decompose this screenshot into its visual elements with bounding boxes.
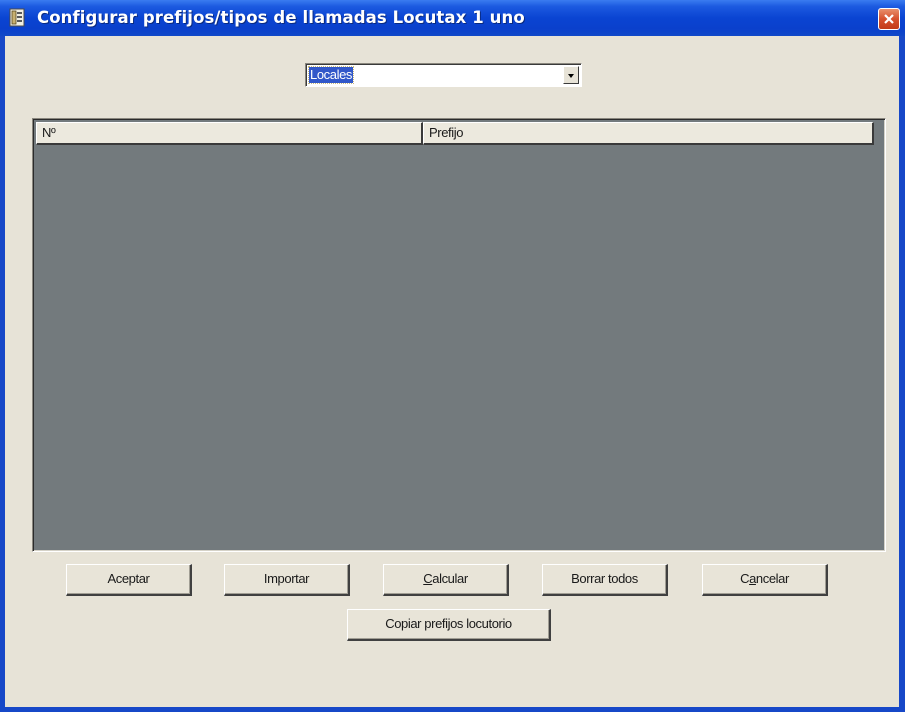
app-icon[interactable]: [8, 8, 28, 28]
close-icon: [884, 14, 894, 24]
dropdown-arrow-button[interactable]: [563, 66, 579, 84]
import-button[interactable]: Importar: [224, 564, 350, 596]
dropdown-selected-value: Locales: [307, 66, 355, 84]
chevron-down-icon: [568, 74, 574, 78]
list-header: Nº Prefijo: [36, 122, 874, 145]
cancel-button-label: Cancelar: [740, 571, 789, 586]
delete-all-button[interactable]: Borrar todos: [542, 564, 668, 596]
cancel-label-pre: C: [740, 571, 750, 586]
cancel-button[interactable]: Cancelar: [702, 564, 828, 596]
column-header-number[interactable]: Nº: [36, 122, 423, 145]
prefix-list[interactable]: Nº Prefijo: [32, 118, 886, 552]
cancel-accelerator: a: [749, 571, 756, 586]
copy-prefixes-button[interactable]: Copiar prefijos locutorio: [347, 609, 551, 641]
calculate-button[interactable]: Calcular: [383, 564, 509, 596]
calculate-button-label: Calcular: [423, 571, 468, 586]
accept-button-label: Aceptar: [107, 571, 150, 586]
delete-all-button-label: Borrar todos: [571, 571, 638, 586]
dialog-client-area: Locales Nº Prefijo Aceptar Importar Calc…: [5, 36, 899, 707]
calculate-label-rest: alcular: [432, 571, 468, 586]
call-type-dropdown[interactable]: Locales: [305, 63, 582, 87]
list-body[interactable]: [36, 146, 881, 548]
window-title: Configurar prefijos/tipos de llamadas Lo…: [37, 8, 525, 27]
import-button-label: Importar: [263, 571, 310, 586]
accept-button[interactable]: Aceptar: [66, 564, 192, 596]
calculate-accelerator: C: [423, 571, 433, 586]
dialog-window: Configurar prefijos/tipos de llamadas Lo…: [0, 0, 905, 712]
cancel-label-post: ncelar: [755, 571, 789, 586]
column-header-prefix[interactable]: Prefijo: [423, 122, 874, 145]
close-button[interactable]: [878, 8, 900, 30]
copy-prefixes-button-label: Copiar prefijos locutorio: [385, 616, 512, 631]
title-bar[interactable]: Configurar prefijos/tipos de llamadas Lo…: [0, 0, 905, 36]
